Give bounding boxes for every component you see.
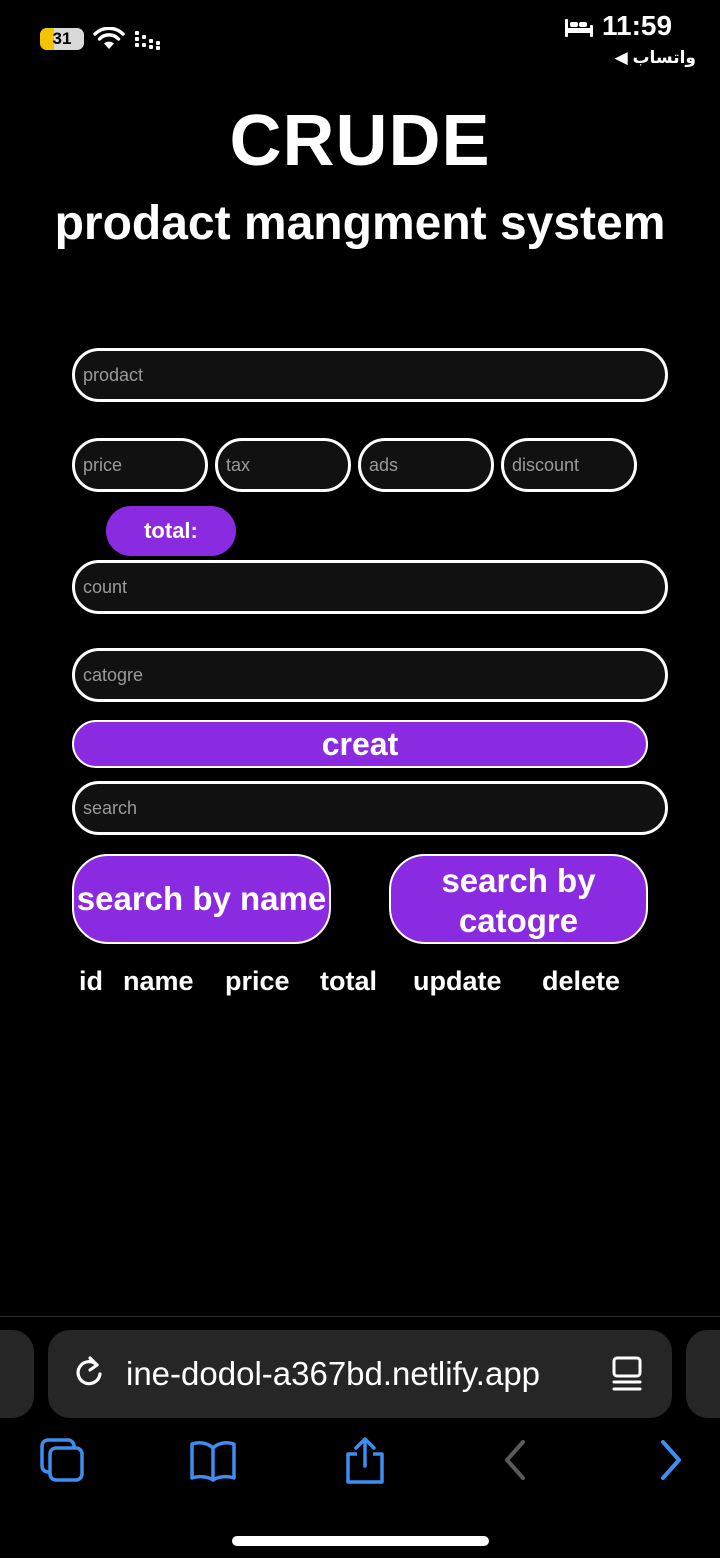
column-header-delete: delete — [542, 966, 621, 996]
ads-input[interactable] — [358, 438, 494, 492]
cellular-signal-icon — [135, 31, 160, 50]
page-subtitle: prodact mangment system — [54, 197, 666, 250]
category-input[interactable] — [72, 648, 668, 702]
back-icon[interactable] — [490, 1436, 540, 1484]
price-input[interactable] — [72, 438, 208, 492]
reload-icon[interactable] — [72, 1352, 106, 1392]
discount-input[interactable] — [501, 438, 637, 492]
tax-input[interactable] — [215, 438, 351, 492]
sleep-focus-icon — [565, 19, 593, 37]
forward-icon[interactable] — [646, 1436, 696, 1484]
tabs-icon[interactable] — [38, 1436, 88, 1484]
share-icon[interactable] — [340, 1436, 390, 1484]
search-by-name-button[interactable]: search by name — [72, 854, 331, 944]
product-title-input[interactable] — [72, 348, 668, 402]
previous-tab-peek[interactable] — [0, 1330, 34, 1418]
column-header-update: update — [413, 966, 502, 996]
bookmarks-icon[interactable] — [188, 1436, 238, 1484]
url-text[interactable]: ine-dodol-a367bd.netlify.app — [126, 1354, 596, 1394]
status-bar: 31 11:59 ◀ واتساب — [0, 0, 720, 80]
column-header-id: id — [79, 966, 103, 996]
next-tab-peek[interactable] — [686, 1330, 720, 1418]
search-by-category-button[interactable]: search by catogre — [389, 854, 648, 944]
search-input[interactable] — [72, 781, 668, 835]
count-input[interactable] — [72, 560, 668, 614]
column-header-total: total — [320, 966, 377, 996]
wifi-icon — [93, 27, 125, 49]
create-button[interactable]: creat — [72, 720, 648, 768]
toolbar-divider — [0, 1316, 720, 1317]
page-title: CRUDE — [229, 101, 491, 181]
column-header-price: price — [225, 966, 290, 996]
reader-mode-icon[interactable] — [610, 1354, 646, 1394]
back-to-app-link[interactable]: ◀ واتساب — [615, 48, 696, 68]
status-time: 11:59 — [602, 10, 673, 41]
home-indicator[interactable] — [232, 1536, 489, 1546]
column-header-name: name — [123, 966, 194, 996]
battery-percent: 31 — [52, 29, 72, 48]
total-badge: total: — [106, 506, 236, 556]
battery-icon: 31 — [40, 28, 84, 50]
